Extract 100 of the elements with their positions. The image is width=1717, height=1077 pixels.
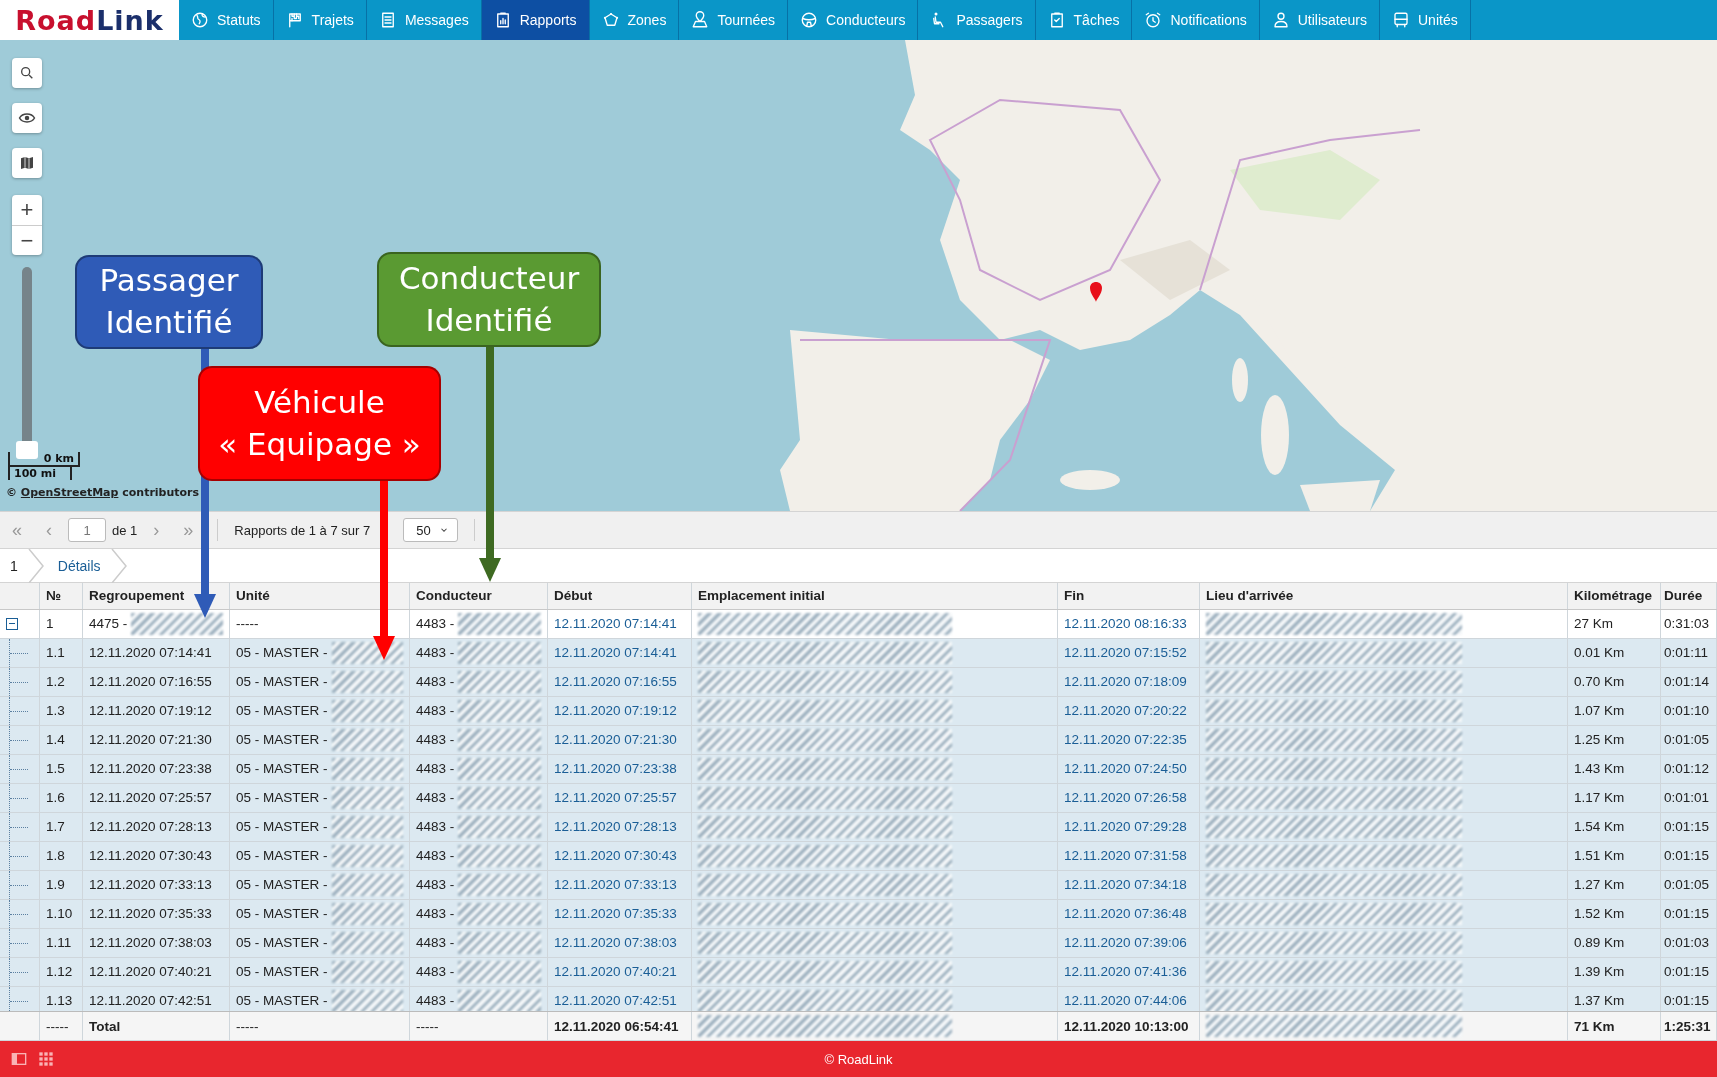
- date-link[interactable]: 12.11.2020 07:19:12: [554, 703, 677, 719]
- date-link[interactable]: 12.11.2020 07:44:06: [1064, 993, 1187, 1009]
- table-cell: 1.39 Km: [1574, 964, 1625, 980]
- table-cell: 05 - MASTER -: [236, 906, 328, 922]
- visibility-button[interactable]: [12, 103, 42, 133]
- collapse-icon[interactable]: [6, 617, 18, 630]
- table-cell: 1.11: [46, 935, 72, 951]
- table-cell: 0.01 Km: [1574, 645, 1625, 661]
- date-link[interactable]: 12.11.2020 07:34:18: [1064, 877, 1187, 893]
- zoom-in-button[interactable]: +: [12, 195, 42, 225]
- date-link[interactable]: 12.11.2020 07:14:41: [554, 616, 677, 632]
- table-cell: 1.12: [46, 964, 73, 980]
- column-header[interactable]: Emplacement initial: [692, 583, 1058, 609]
- table-cell: 1.27 Km: [1574, 877, 1625, 893]
- column-header[interactable]: Fin: [1058, 583, 1200, 609]
- table-cell: 1.8: [46, 848, 65, 864]
- redacted-text: [331, 873, 403, 896]
- table-cell: 05 - MASTER -: [236, 790, 328, 806]
- table-cell: 1.4: [46, 732, 65, 748]
- table-cell: 0:01:15: [1664, 848, 1710, 864]
- date-link[interactable]: 12.11.2020 07:15:52: [1064, 645, 1187, 661]
- table-cell: 0:01:15: [1664, 993, 1710, 1009]
- date-link[interactable]: 12.11.2020 07:38:03: [554, 935, 677, 951]
- column-header[interactable]: Kilométrage: [1568, 583, 1661, 609]
- date-link[interactable]: 12.11.2020 07:33:13: [554, 877, 677, 893]
- date-link[interactable]: 12.11.2020 08:16:33: [1064, 616, 1187, 632]
- date-link[interactable]: 12.11.2020 07:41:36: [1064, 964, 1187, 980]
- redacted-text: [331, 844, 403, 867]
- scale-bar: 100 mi: [8, 465, 72, 480]
- date-link[interactable]: 12.11.2020 07:22:35: [1064, 732, 1187, 748]
- table-cell: 1: [46, 616, 54, 632]
- table-cell: 12.11.2020 07:40:21: [89, 964, 212, 980]
- table-cell: 0:01:14: [1664, 674, 1710, 690]
- column-header[interactable]: Durée: [1661, 583, 1717, 609]
- table-cell: 12.11.2020 06:54:41: [554, 1018, 679, 1034]
- zoom-slider[interactable]: [16, 267, 38, 459]
- date-link[interactable]: 12.11.2020 07:26:58: [1064, 790, 1187, 806]
- table-cell: 05 - MASTER -: [236, 935, 328, 951]
- date-link[interactable]: 12.11.2020 07:40:21: [554, 964, 677, 980]
- map-icon: [19, 155, 35, 171]
- date-link[interactable]: 12.11.2020 07:24:50: [1064, 761, 1187, 777]
- date-link[interactable]: 12.11.2020 07:25:57: [554, 790, 677, 806]
- breadcrumb-item: 1: [9, 557, 19, 574]
- openstreetmap-link[interactable]: OpenStreetMap: [20, 486, 119, 499]
- table-cell: 1.25 Km: [1574, 732, 1625, 748]
- table-cell: 0:01:05: [1664, 732, 1710, 748]
- table-cell: 12.11.2020 07:19:12: [89, 703, 212, 719]
- date-link[interactable]: 12.11.2020 07:16:55: [554, 674, 677, 690]
- table-cell: 05 - MASTER -: [236, 732, 328, 748]
- date-link[interactable]: 12.11.2020 07:31:58: [1064, 848, 1187, 864]
- column-header[interactable]: Conducteur: [410, 583, 548, 609]
- date-link[interactable]: 12.11.2020 07:42:51: [554, 993, 677, 1009]
- redacted-text: [331, 670, 403, 693]
- column-header[interactable]: №: [40, 583, 83, 609]
- page-size-select[interactable]: 50: [403, 518, 458, 542]
- date-link[interactable]: 12.11.2020 07:18:09: [1064, 674, 1187, 690]
- table-cell: 71 Km: [1574, 1018, 1615, 1034]
- table-cell: 4483 -: [416, 935, 455, 951]
- search-button[interactable]: [12, 58, 42, 88]
- zoom-out-button[interactable]: −: [12, 225, 42, 255]
- date-link[interactable]: 12.11.2020 07:21:30: [554, 732, 677, 748]
- table-cell: 4483 -: [416, 703, 455, 719]
- column-header[interactable]: Lieu d'arrivée: [1200, 583, 1568, 609]
- polygon-icon: [601, 11, 620, 29]
- redacted-text: [331, 931, 403, 954]
- date-link[interactable]: 12.11.2020 07:20:22: [1064, 703, 1187, 719]
- table-cell: 1.51 Km: [1574, 848, 1625, 864]
- redacted-text: [331, 786, 403, 809]
- date-link[interactable]: 12.11.2020 07:28:13: [554, 819, 677, 835]
- date-link[interactable]: 12.11.2020 07:39:06: [1064, 935, 1187, 951]
- date-link[interactable]: 12.11.2020 07:30:43: [554, 848, 677, 864]
- table-cell: 1.54 Km: [1574, 819, 1625, 835]
- table-cell: 05 - MASTER -: [236, 645, 328, 661]
- bus-icon: [1392, 11, 1410, 29]
- table-cell: 4483 -: [416, 993, 455, 1009]
- table-cell: 0.89 Km: [1574, 935, 1625, 951]
- table-cell: 12.11.2020 07:21:30: [89, 732, 212, 748]
- date-link[interactable]: 12.11.2020 07:29:28: [1064, 819, 1187, 835]
- redacted-text: [331, 902, 403, 925]
- table-cell: 4483 -: [416, 616, 455, 632]
- date-link[interactable]: 12.11.2020 07:14:41: [554, 645, 677, 661]
- date-link[interactable]: 12.11.2020 07:23:38: [554, 761, 677, 777]
- table-cell: 0:01:03: [1664, 935, 1710, 951]
- date-link[interactable]: 12.11.2020 07:36:48: [1064, 906, 1187, 922]
- breadcrumb-link[interactable]: Détails: [43, 557, 111, 574]
- table-cell: 1.52 Km: [1574, 906, 1625, 922]
- table-cell: 0:01:01: [1664, 790, 1710, 806]
- date-link[interactable]: 12.11.2020 07:35:33: [554, 906, 677, 922]
- table-cell: 12.11.2020 07:35:33: [89, 906, 212, 922]
- table-cell: 0:31:03: [1664, 616, 1710, 632]
- table-cell: 1.07 Km: [1574, 703, 1625, 719]
- map-layers-button[interactable]: [12, 148, 42, 178]
- table-cell: 0:01:05: [1664, 877, 1710, 893]
- redacted-text: [331, 699, 403, 722]
- table-cell: 1.3: [46, 703, 65, 719]
- table-cell: 05 - MASTER -: [236, 703, 328, 719]
- nav-tab[interactable]: Rapports: [481, 0, 590, 40]
- page-field[interactable]: 1: [68, 518, 106, 542]
- column-header[interactable]: Début: [548, 583, 692, 609]
- table-cell: -----: [46, 1018, 69, 1034]
